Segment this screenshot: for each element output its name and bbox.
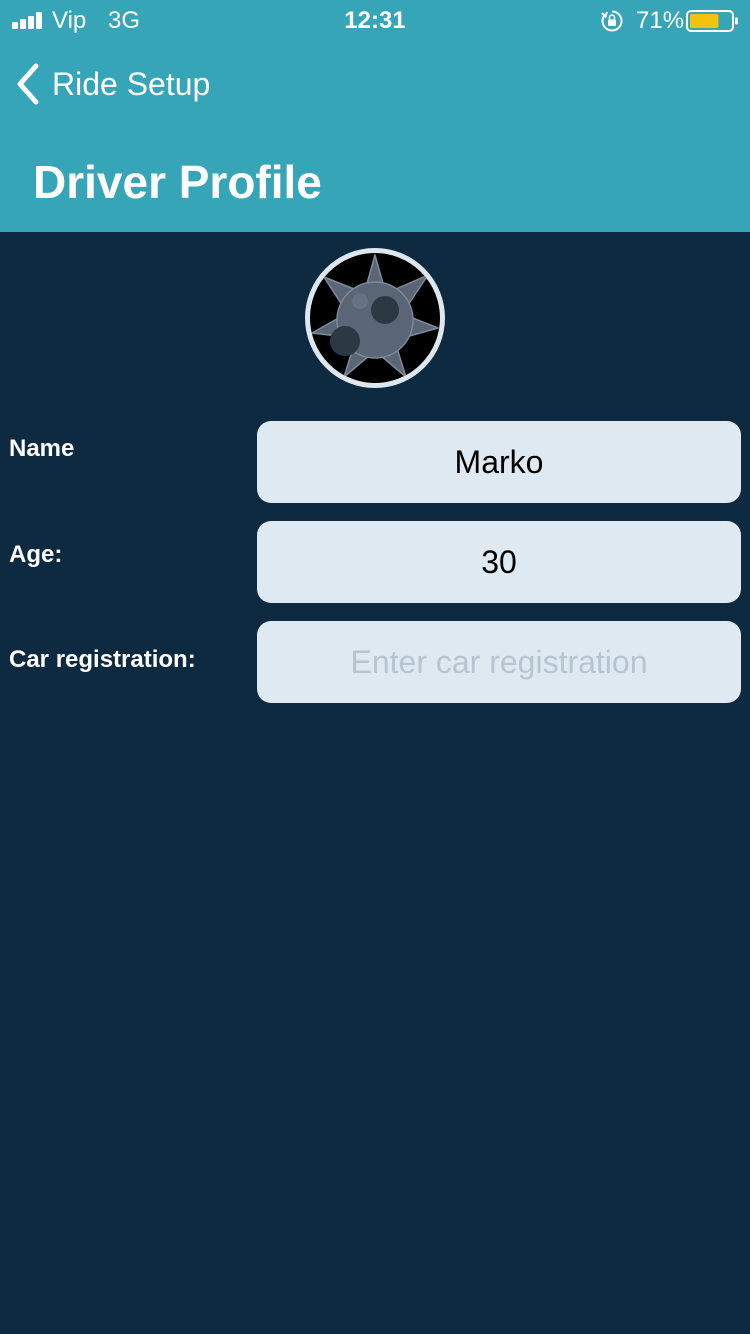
back-button[interactable]: Ride Setup xyxy=(14,58,210,110)
chevron-left-icon xyxy=(17,63,39,105)
battery-icon xyxy=(686,10,738,32)
avatar[interactable] xyxy=(305,248,445,388)
page-title: Driver Profile xyxy=(33,156,322,208)
age-label: Age: xyxy=(9,541,63,568)
name-field[interactable] xyxy=(257,421,741,503)
spiked-ball-avatar-icon xyxy=(311,254,439,378)
battery-percent: 71% xyxy=(636,7,685,34)
header: Vip 3G 12:31 71% Ride Setup Driver Profi… xyxy=(0,0,750,232)
car-registration-field[interactable] xyxy=(257,621,741,703)
age-field[interactable] xyxy=(257,521,741,603)
car-registration-label: Car registration: xyxy=(9,646,196,673)
status-bar: Vip 3G 12:31 71% xyxy=(0,0,750,42)
back-button-label: Ride Setup xyxy=(52,66,211,102)
rotation-lock-icon xyxy=(601,10,623,32)
name-label: Name xyxy=(9,435,75,462)
